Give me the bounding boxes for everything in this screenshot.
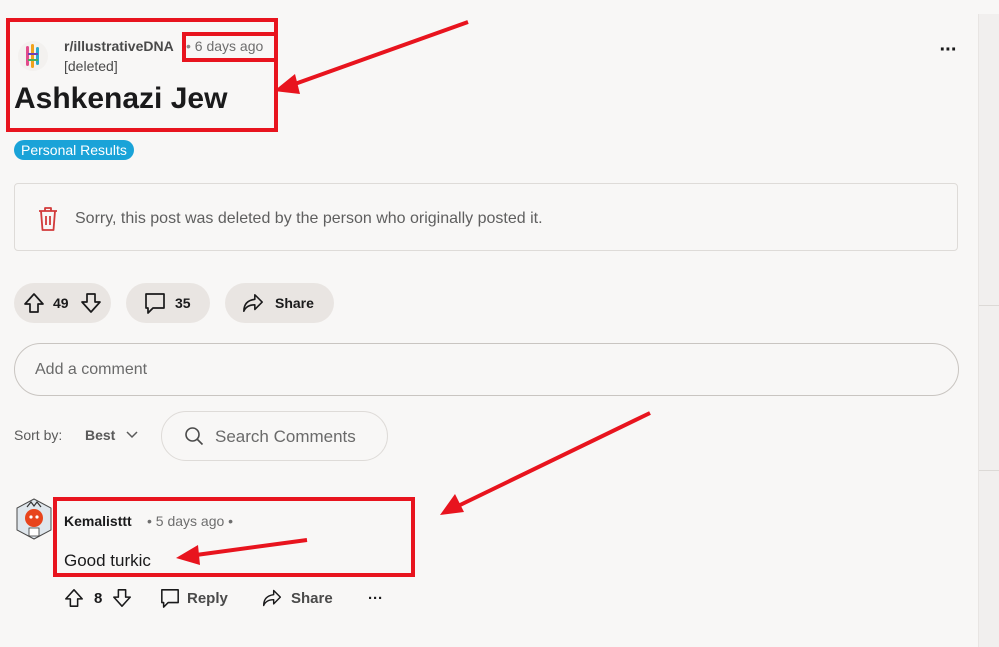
annotation-arrow	[291, 20, 469, 87]
add-comment-placeholder: Add a comment	[35, 361, 148, 378]
chevron-down-icon[interactable]	[126, 430, 138, 440]
search-icon	[185, 427, 204, 446]
deleted-notice-text: Sorry, this post was deleted by the pers…	[75, 210, 543, 227]
comments-button[interactable]: 35	[126, 283, 210, 323]
comment-vote-count: 8	[94, 590, 103, 607]
share-label: Share	[275, 295, 314, 311]
comment-more-button[interactable]: ···	[368, 590, 383, 607]
user-avatar-icon[interactable]	[15, 498, 53, 540]
annotation-arrow	[457, 411, 651, 508]
downvote-icon[interactable]	[112, 588, 132, 608]
annotation-box-time	[182, 32, 278, 62]
more-options-icon[interactable]: ···	[936, 40, 960, 66]
comment-icon[interactable]	[160, 588, 180, 608]
comment-icon	[145, 293, 165, 314]
vote-control: 49	[14, 283, 111, 323]
sidebar-divider	[979, 470, 999, 471]
share-icon	[243, 293, 263, 313]
vote-count: 49	[53, 295, 69, 311]
right-sidebar	[978, 14, 999, 647]
post-flair[interactable]: Personal Results	[14, 140, 134, 160]
deleted-post-notice: Sorry, this post was deleted by the pers…	[14, 183, 958, 251]
share-button[interactable]: Share	[225, 283, 334, 323]
trash-icon	[39, 207, 57, 231]
sort-by-label: Sort by:	[14, 427, 63, 443]
comment-share-button[interactable]: Share	[291, 590, 333, 607]
share-icon[interactable]	[262, 588, 282, 608]
sidebar-divider	[979, 305, 999, 306]
search-comments-input[interactable]: Search Comments	[161, 411, 388, 461]
search-comments-placeholder: Search Comments	[215, 427, 356, 446]
upvote-icon[interactable]	[23, 292, 45, 314]
upvote-icon[interactable]	[64, 588, 84, 608]
reply-button[interactable]: Reply	[187, 590, 228, 607]
add-comment-input[interactable]: Add a comment	[14, 343, 959, 396]
comment-count: 35	[175, 295, 191, 311]
annotation-arrowhead	[440, 494, 464, 515]
sort-dropdown[interactable]: Best	[85, 427, 115, 443]
downvote-icon[interactable]	[80, 292, 102, 314]
annotation-box-comment	[53, 497, 415, 577]
